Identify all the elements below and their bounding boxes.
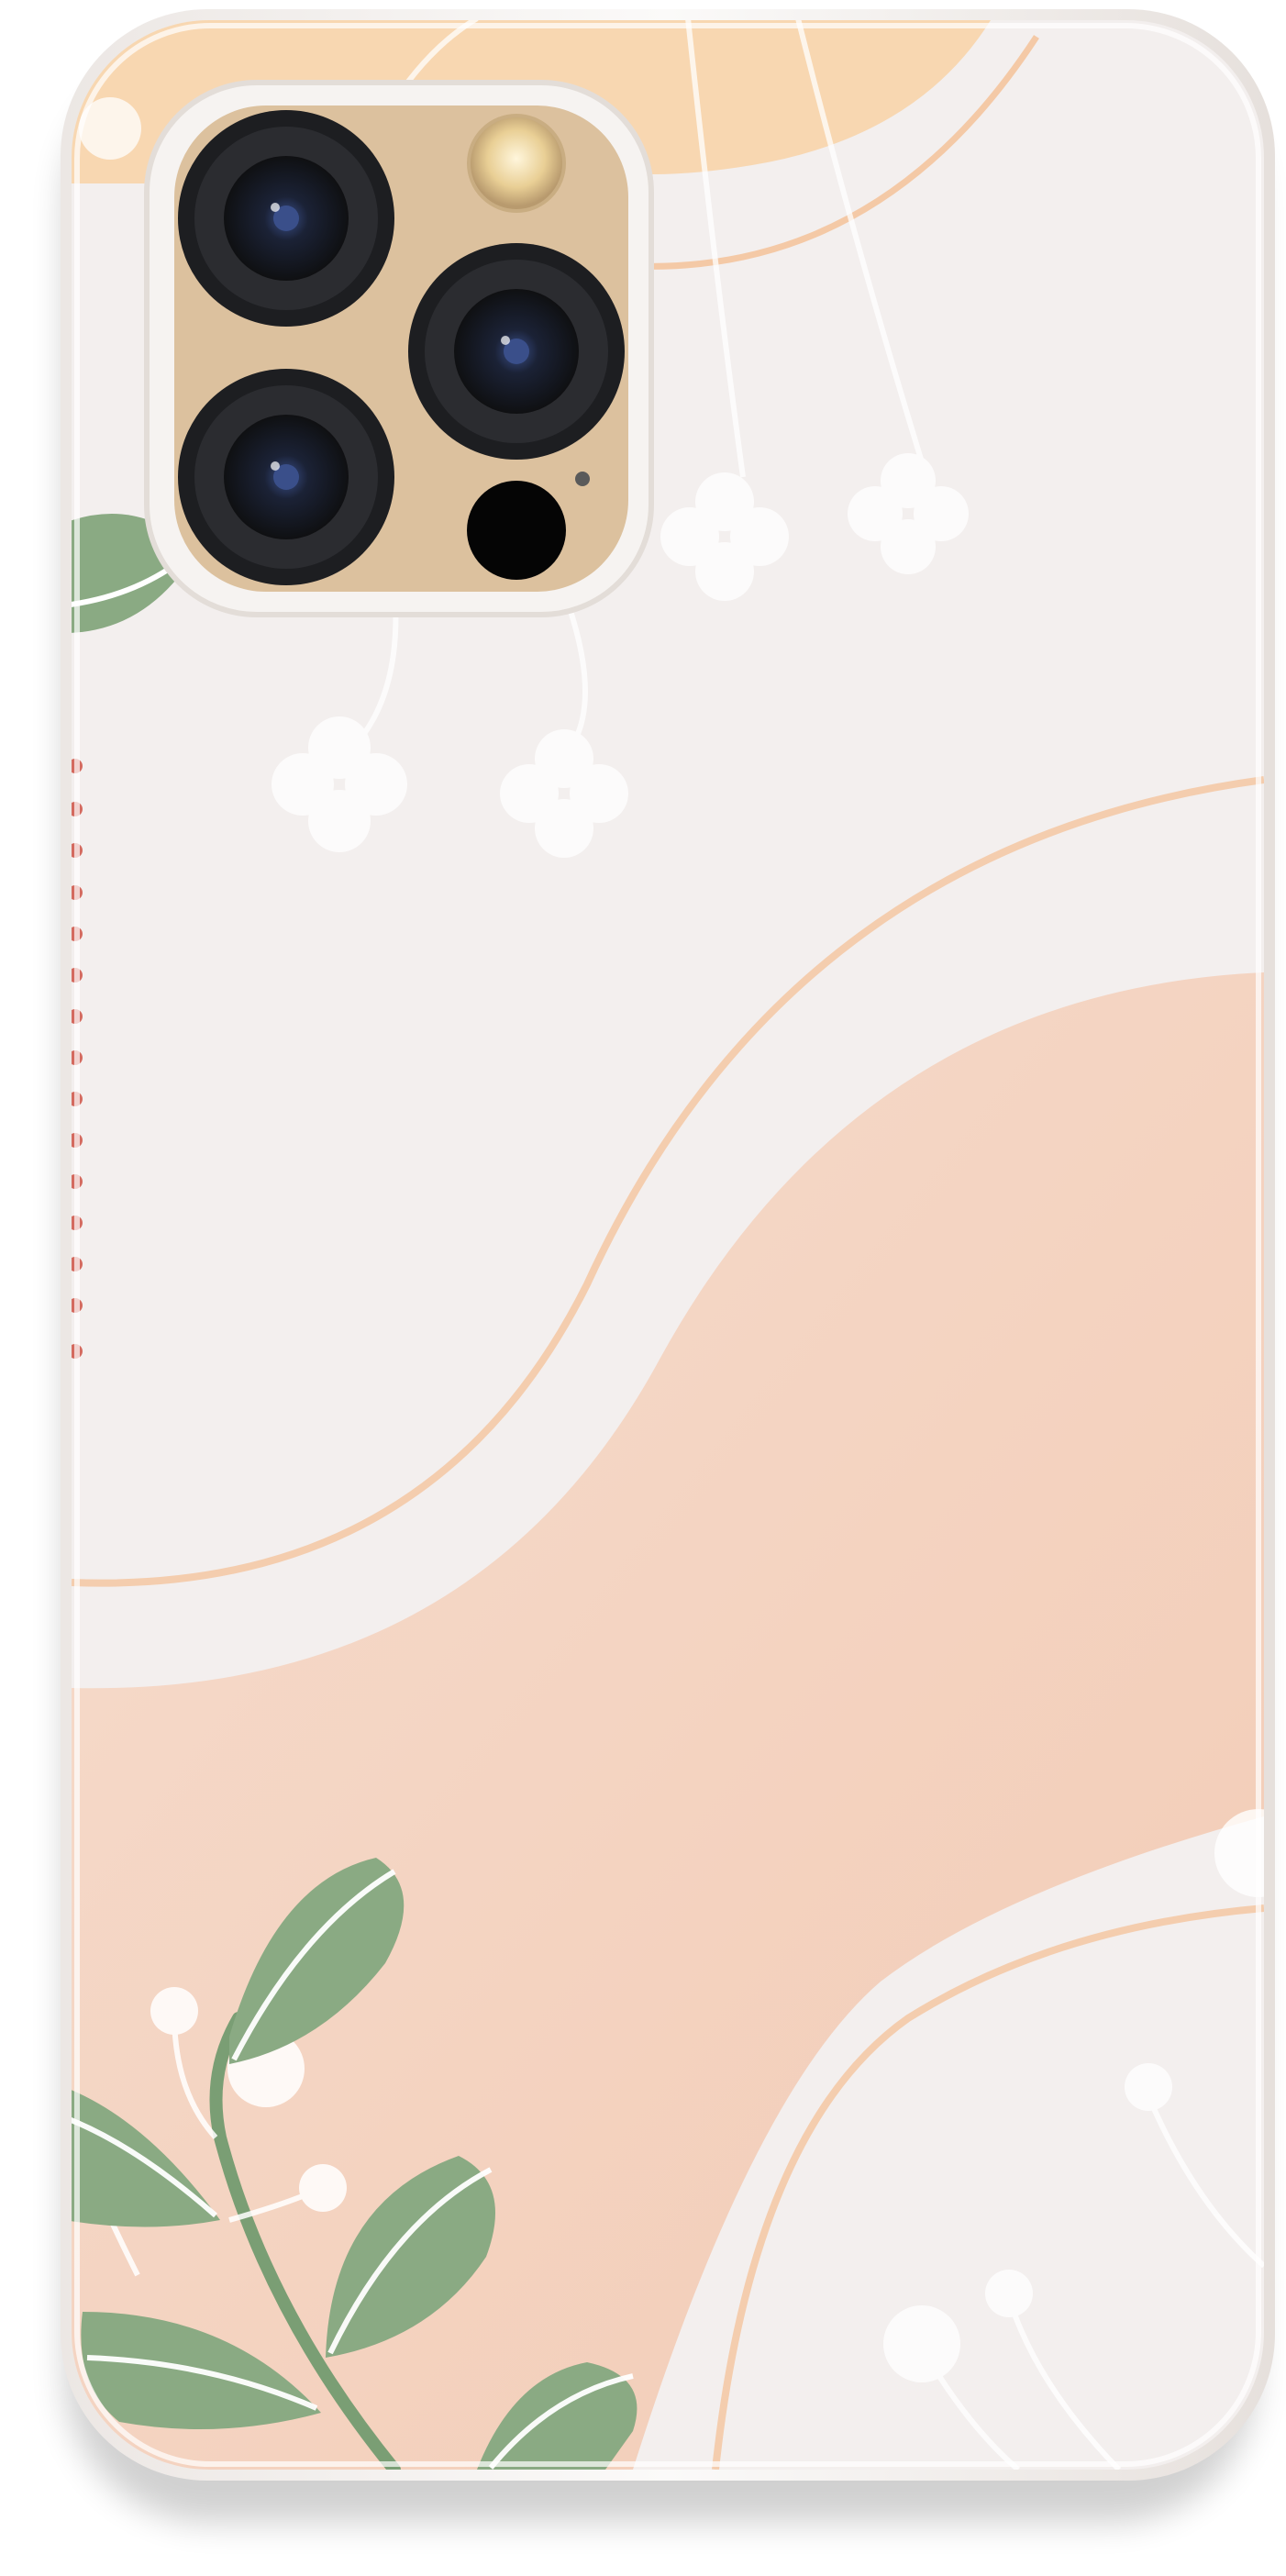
- camera-flash: [467, 114, 566, 213]
- camera-module: [144, 80, 654, 617]
- camera-lens-top-left: [178, 110, 394, 327]
- camera-mic-dot: [575, 472, 590, 486]
- phone-case-illustration: [61, 9, 1275, 2523]
- camera-lens-right: [408, 243, 625, 460]
- phone-case-mockup: [0, 0, 1286, 2576]
- lidar-sensor: [467, 481, 566, 580]
- camera-lens-bottom-left: [178, 369, 394, 585]
